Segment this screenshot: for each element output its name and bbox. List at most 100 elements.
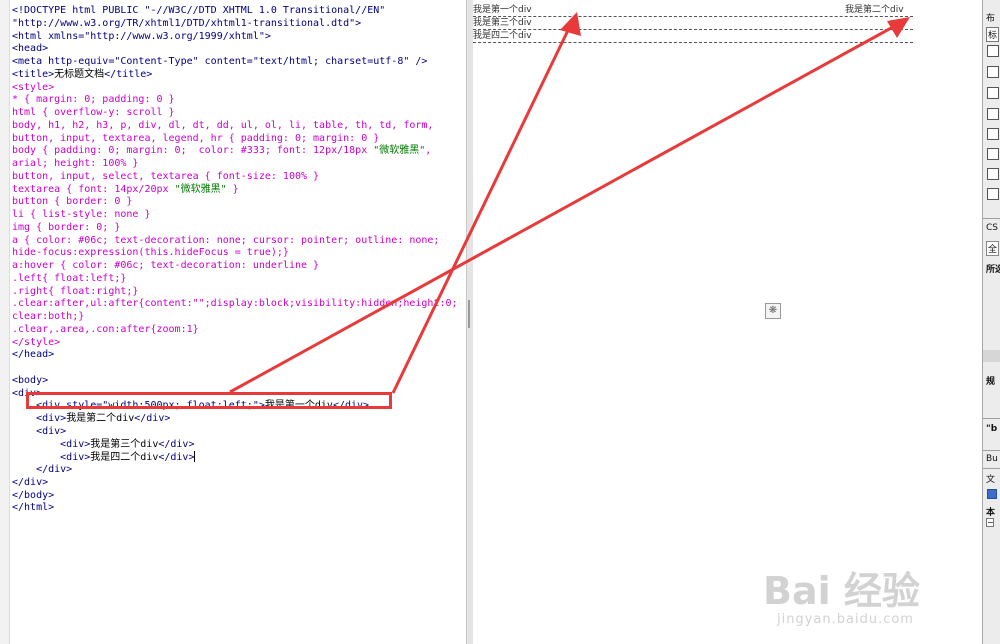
design-div-fourth: 我是四二个div	[473, 31, 532, 41]
tag-icon[interactable]	[987, 168, 999, 180]
code-token: "http://www.w3.org/TR/xhtml1/DTD/xhtml1-…	[12, 17, 362, 29]
code-token: </div>	[134, 413, 171, 424]
code-line[interactable]: <html xmlns="http://www.w3.org/1999/xhtm…	[12, 31, 458, 44]
code-line[interactable]: <meta http-equiv="Content-Type" content=…	[12, 56, 458, 69]
panel-layout-label[interactable]: 布	[986, 11, 995, 24]
code-line[interactable]: arial; height: 100% }	[12, 158, 458, 171]
site-icon[interactable]	[987, 489, 997, 499]
code-line[interactable]: </body>	[12, 490, 458, 503]
code-editor[interactable]: <!DOCTYPE html PUBLIC "-//W3C//DTD XHTML…	[12, 5, 458, 515]
code-line[interactable]: "http://www.w3.org/TR/xhtml1/DTD/xhtml1-…	[12, 18, 458, 31]
code-token: </head>	[12, 349, 55, 361]
code-token: </body>	[12, 489, 55, 501]
code-token: </div>	[12, 476, 49, 488]
code-line[interactable]: </head>	[12, 349, 458, 362]
code-token: arial; height: 100% }	[12, 158, 139, 169]
code-line[interactable]: * { margin: 0; padding: 0 }	[12, 94, 458, 107]
code-line[interactable]: a { color: #06c; text-decoration: none; …	[12, 235, 458, 248]
design-view[interactable]: 我是第一个div 我是第二个div 我是第三个div 我是四二个div ❋	[473, 0, 982, 644]
side-panel[interactable]: 布 标 CS 全 所选 规 "b Bu 文 本 −	[982, 0, 1000, 644]
code-line[interactable]: a:hover { color: #06c; text-decoration: …	[12, 260, 458, 273]
code-line[interactable]: <title>无标题文档</title>	[12, 69, 458, 82]
code-line[interactable]: button { border: 0 }	[12, 196, 458, 209]
panel-tag-select[interactable]: 标	[986, 27, 1000, 42]
code-line[interactable]: button, input, textarea, legend, hr { pa…	[12, 133, 458, 146]
code-token: </title>	[104, 68, 153, 80]
code-line[interactable]: clear:both;}	[12, 311, 458, 324]
watermark-url: jingyan.baidu.com	[777, 612, 914, 627]
code-token: textarea { font: 14px/20px	[12, 183, 175, 195]
code-token: body { padding: 0; margin: 0; color: #33…	[12, 145, 374, 157]
code-token: html { overflow-y: scroll }	[12, 107, 175, 118]
code-line[interactable]: .left{ float:left;}	[12, 273, 458, 286]
code-line[interactable]: </style>	[12, 337, 458, 350]
code-token: <!DOCTYPE html PUBLIC "-//W3C//DTD XHTML…	[12, 5, 386, 16]
files-panel-tab[interactable]: 文	[986, 472, 995, 485]
asset-icon[interactable]	[987, 188, 999, 200]
panel-divider	[983, 450, 1000, 451]
code-line[interactable]: body, h1, h2, h3, p, div, dl, dt, dd, ul…	[12, 120, 458, 133]
code-token: a:hover { color: #06c; text-decoration: …	[12, 260, 320, 271]
code-line[interactable]: img { border: 0; }	[12, 222, 458, 235]
code-token: <div>	[12, 413, 67, 424]
code-line[interactable]: </html>	[12, 502, 458, 515]
code-line[interactable]: body { padding: 0; margin: 0; color: #33…	[12, 145, 458, 158]
code-view[interactable]: <!DOCTYPE html PUBLIC "-//W3C//DTD XHTML…	[0, 0, 467, 644]
code-line[interactable]: hide-focus:expression(this.hideFocus = t…	[12, 247, 458, 260]
invisible-element-marker-icon[interactable]: ❋	[765, 303, 781, 319]
css-property-row[interactable]	[983, 350, 1000, 362]
code-token: button, input, textarea, legend, hr { pa…	[12, 132, 380, 144]
code-line[interactable]: <style>	[12, 82, 458, 95]
design-div-second: 我是第二个div	[845, 5, 904, 15]
code-token: <div>	[12, 438, 91, 450]
code-token: ,	[425, 145, 432, 157]
code-token: <meta http-equiv="Content-Type" content=…	[12, 56, 428, 67]
code-token: }	[226, 183, 239, 195]
code-line[interactable]: li { list-style: none }	[12, 209, 458, 222]
code-token: </div>	[158, 452, 195, 464]
code-line[interactable]: button, input, select, textarea { font-s…	[12, 171, 458, 184]
code-line[interactable]: <div>我是第三个div</div>	[12, 439, 458, 452]
code-token: 我是四二个div	[90, 452, 159, 464]
panel-divider	[983, 218, 1000, 219]
code-token: button { border: 0 }	[12, 196, 133, 208]
code-token: button, input, select, textarea { font-s…	[12, 170, 320, 182]
code-token: </style>	[12, 336, 61, 348]
css-properties-label: "b	[986, 424, 998, 434]
code-token: .clear,.area,.con:after{zoom:1}	[12, 323, 199, 335]
collapse-tree-icon[interactable]: −	[986, 518, 994, 527]
code-line[interactable]: <div>我是四二个div</div>	[12, 451, 458, 464]
code-token: .right{ float:right;}	[12, 285, 139, 297]
code-token: clear:both;}	[12, 311, 85, 322]
code-line[interactable]: <head>	[12, 43, 458, 56]
code-line[interactable]: .clear,.area,.con:after{zoom:1}	[12, 324, 458, 337]
css-selected-label: 所选	[986, 265, 1000, 275]
code-line[interactable]	[12, 362, 458, 375]
code-line[interactable]: html { overflow-y: scroll }	[12, 107, 458, 120]
splitter-grip-icon[interactable]	[468, 300, 470, 328]
code-token: </html>	[12, 502, 55, 514]
css-all-button[interactable]: 全	[986, 241, 1000, 256]
media-icon[interactable]	[987, 108, 999, 120]
code-line[interactable]: .clear:after,ul:after{content:"";display…	[12, 298, 458, 311]
code-line[interactable]: <body>	[12, 375, 458, 388]
code-line[interactable]: </div>	[12, 464, 458, 477]
template-icon[interactable]	[987, 148, 999, 160]
form-icon[interactable]	[987, 128, 999, 140]
css-panel-label[interactable]: CS	[986, 223, 998, 233]
code-token: img { border: 0; }	[12, 221, 121, 233]
code-token: <div>	[12, 452, 91, 464]
code-line[interactable]: textarea { font: 14px/20px "微软雅黑" }	[12, 184, 458, 197]
image-icon[interactable]	[987, 87, 999, 99]
code-line[interactable]: <!DOCTYPE html PUBLIC "-//W3C//DTD XHTML…	[12, 5, 458, 18]
table-icon[interactable]	[987, 66, 999, 78]
business-catalyst-tab[interactable]: Bu	[986, 454, 998, 464]
code-gutter	[0, 0, 10, 644]
design-row-third: 我是第三个div	[473, 18, 913, 30]
code-line[interactable]: <div>	[12, 426, 458, 439]
layout-icon[interactable]	[987, 45, 999, 57]
code-token: "微软雅黑"	[174, 183, 227, 195]
code-line[interactable]: </div>	[12, 477, 458, 490]
code-line[interactable]: <div>我是第二个div</div>	[12, 413, 458, 426]
code-line[interactable]: .right{ float:right;}	[12, 286, 458, 299]
